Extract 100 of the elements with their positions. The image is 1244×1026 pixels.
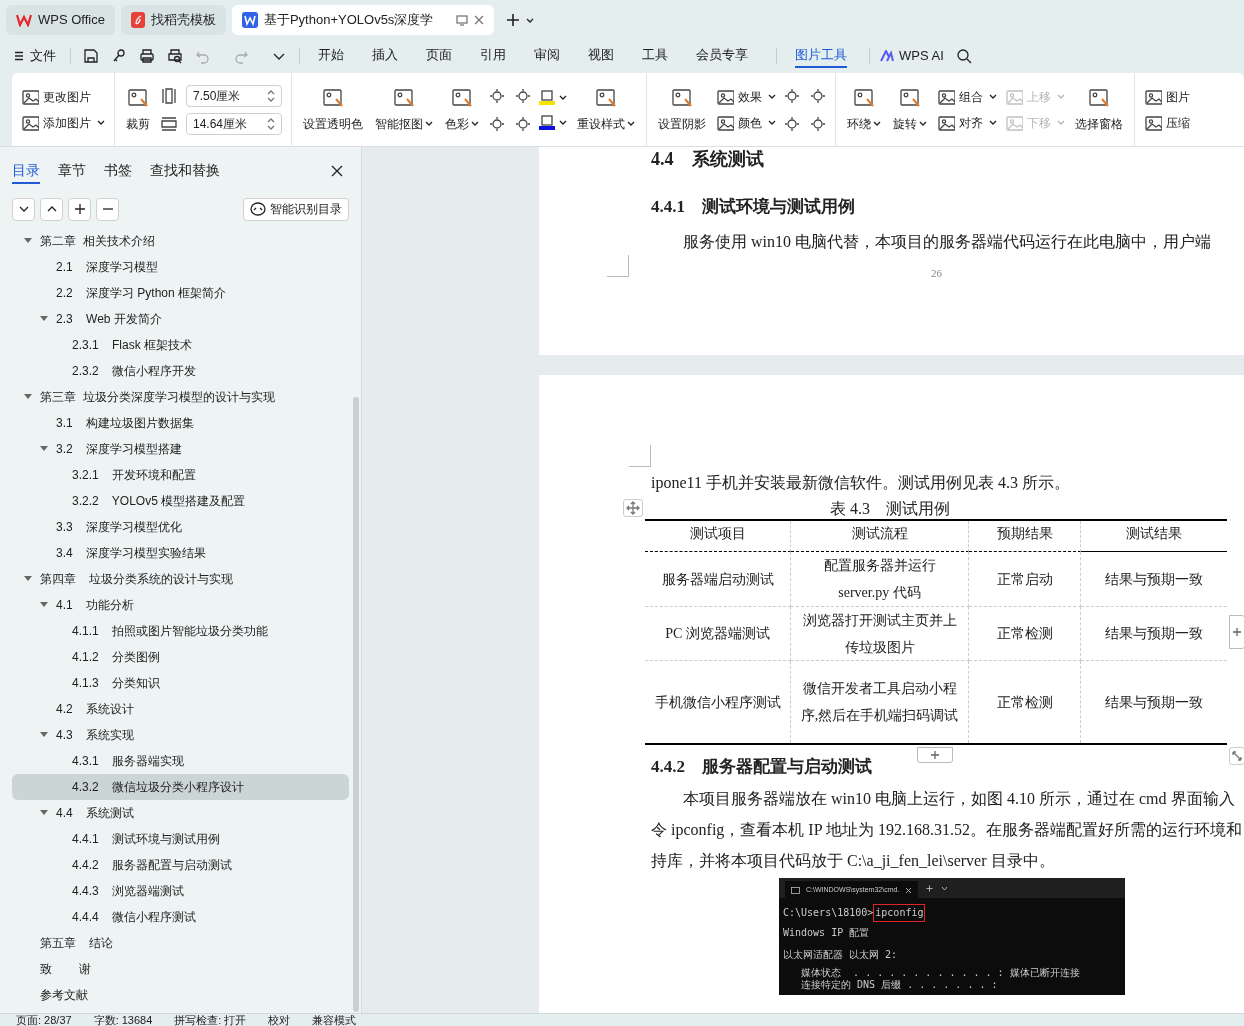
caret-icon[interactable] (525, 16, 534, 24)
outline-item[interactable]: 3.4 深度学习模型实验结果 (12, 540, 349, 566)
icon-button[interactable] (810, 86, 826, 105)
icon-button[interactable] (489, 86, 505, 105)
ribbon-tab[interactable]: 页面 (426, 43, 452, 68)
triangle-icon (40, 445, 48, 453)
toolbar-button[interactable]: 压缩 (1144, 113, 1190, 132)
ribbon-tab[interactable]: 引用 (480, 43, 506, 68)
toolbar-button[interactable]: 旋转 (891, 86, 929, 133)
toolbar-button[interactable]: 设置阴影 (656, 86, 708, 133)
table-cell-text: 微信开发者工具启动小程 (802, 680, 957, 698)
outline-item[interactable]: 4.1.1 拍照或图片智能垃圾分类功能 (12, 618, 349, 644)
toolbar-button[interactable]: 更改图片 (21, 87, 105, 106)
ai-button[interactable]: WPS AI (880, 45, 944, 66)
outline-item[interactable]: 致 谢 (12, 956, 349, 982)
toolbar-button[interactable]: 图片 (1144, 87, 1190, 106)
outline-item[interactable]: 3.3 深度学习模型优化 (12, 514, 349, 540)
panel-tab[interactable]: 章节 (58, 158, 86, 184)
icon-button[interactable] (489, 114, 505, 133)
outline-item[interactable]: 2.3.1 Flask 框架技术 (12, 332, 349, 358)
color-button[interactable] (539, 114, 567, 130)
outline-item[interactable]: 2.3 Web 开发简介 (12, 306, 349, 332)
close-icon[interactable] (331, 165, 343, 177)
ribbon-tab[interactable]: 开始 (318, 43, 344, 68)
document-tab[interactable]: 基于Python+YOLOv5s深度学 (231, 5, 494, 35)
outline-item[interactable]: 4.1 功能分析 (12, 592, 349, 618)
new-tab-icon[interactable] (505, 13, 520, 27)
toolbar-button[interactable]: 裁剪 (124, 86, 152, 133)
ribbon-tab[interactable]: 图片工具 (795, 43, 847, 68)
print-preview-icon[interactable] (167, 47, 183, 64)
outline-item[interactable]: 3.1 构建垃圾图片数据集 (12, 410, 349, 436)
sun-icon (489, 115, 505, 132)
save-icon[interactable] (83, 47, 99, 64)
ribbon-tab[interactable]: 会员专享 (696, 43, 748, 68)
search-icon[interactable] (955, 47, 972, 64)
outline-item[interactable]: 4.2 系统设计 (12, 696, 349, 722)
toolbar-button[interactable]: 选择窗格 (1073, 86, 1125, 133)
outline-tool-button[interactable] (68, 197, 91, 221)
outline-item[interactable]: 2.3.2 微信小程序开发 (12, 358, 349, 384)
outline-item[interactable]: 3.2.2 YOLOv5 模型搭建及配置 (12, 488, 349, 514)
outline-item[interactable]: 4.1.2 分类图例 (12, 644, 349, 670)
outline-item[interactable]: 4.4 系统测试 (12, 800, 349, 826)
outline-item[interactable]: 4.1.3 分类知识 (12, 670, 349, 696)
document-tab[interactable]: 找稻壳模板 (120, 5, 226, 35)
outline-item[interactable]: 第四章 垃圾分类系统的设计与实现 (12, 566, 349, 592)
panel-tab[interactable]: 目录 (12, 158, 40, 184)
toolbar-button[interactable]: 效果 (716, 87, 776, 106)
outline-item[interactable]: 4.4.1 测试环境与测试用例 (12, 826, 349, 852)
outline-item[interactable]: 2.2 深度学习 Python 框架简介 (12, 280, 349, 306)
toolbar-button[interactable]: 重设样式 (575, 86, 637, 133)
outline-tool-button[interactable] (96, 197, 119, 221)
icon-button[interactable] (515, 86, 531, 105)
outline-item[interactable]: 4.3.2 微信垃圾分类小程序设计 (12, 774, 349, 800)
add-column-button[interactable] (1229, 615, 1244, 649)
file-menu[interactable]: 文件 (14, 45, 56, 66)
ribbon-tab[interactable]: 视图 (588, 43, 614, 68)
ribbon-tab[interactable]: 审阅 (534, 43, 560, 68)
print-icon[interactable] (139, 47, 155, 64)
outline-item[interactable]: 2.1 深度学习模型 (12, 254, 349, 280)
toolbar-button[interactable]: 组合 (937, 87, 997, 106)
toolbar-button[interactable]: 颜色 (716, 113, 776, 132)
column-header: 测试项目 (645, 521, 791, 552)
outline-item[interactable]: 4.3.1 服务器端实现 (12, 748, 349, 774)
table-move-handle[interactable] (623, 499, 643, 517)
color-button[interactable] (539, 89, 567, 105)
outline-item[interactable]: 第三章 垃圾分类深度学习模型的设计与实现 (12, 384, 349, 410)
icon-button[interactable] (784, 114, 800, 133)
outline-item[interactable]: 3.2.1 开发环境和配置 (12, 462, 349, 488)
size-field[interactable]: 14.64厘米 (186, 112, 282, 135)
icon-button[interactable] (515, 114, 531, 133)
key-icon[interactable] (111, 47, 127, 64)
outline-item[interactable]: 参考文献 (12, 982, 349, 1008)
toolbar-button[interactable]: 添加图片 (21, 113, 105, 132)
toolbar-button[interactable]: 智能抠图 (373, 86, 435, 133)
icon-button[interactable] (784, 86, 800, 105)
icon-button[interactable] (810, 114, 826, 133)
toolbar-button[interactable]: 色彩 (443, 86, 481, 133)
outline-item[interactable]: 4.4.2 服务器配置与启动测试 (12, 852, 349, 878)
ribbon-tab[interactable]: 工具 (642, 43, 668, 68)
document-tab[interactable]: WPS Office (6, 5, 115, 35)
add-row-button[interactable] (917, 747, 953, 763)
outline-item[interactable]: 第五章 结论 (12, 930, 349, 956)
outline-item[interactable]: 3.2 深度学习模型搭建 (12, 436, 349, 462)
outline-item[interactable]: 4.3 系统实现 (12, 722, 349, 748)
panel-tab[interactable]: 查找和替换 (150, 158, 220, 184)
scrollbar[interactable] (353, 397, 359, 1012)
table-cell-text: 结果与预期一致 (1105, 625, 1203, 643)
outline-item[interactable]: 4.4.4 微信小程序测试 (12, 904, 349, 930)
toolbar-button[interactable]: 设置透明色 (301, 86, 365, 133)
panel-tab[interactable]: 书签 (104, 158, 132, 184)
size-field[interactable]: 7.50厘米 (186, 84, 282, 107)
outline-item[interactable]: 4.4.3 浏览器端测试 (12, 878, 349, 904)
pen-icon (540, 89, 554, 101)
smart-toc-button[interactable]: 智能识别目录 (243, 197, 349, 221)
toolbar-button[interactable]: 对齐 (937, 113, 997, 132)
toolbar-button[interactable]: 环绕 (845, 86, 883, 133)
outline-item[interactable]: 第二章 相关技术介绍 (12, 228, 349, 254)
ribbon-tab[interactable]: 插入 (372, 43, 398, 68)
status-text: 页面: 28/37 (16, 1014, 72, 1026)
table-resize-handle[interactable] (1229, 747, 1244, 765)
